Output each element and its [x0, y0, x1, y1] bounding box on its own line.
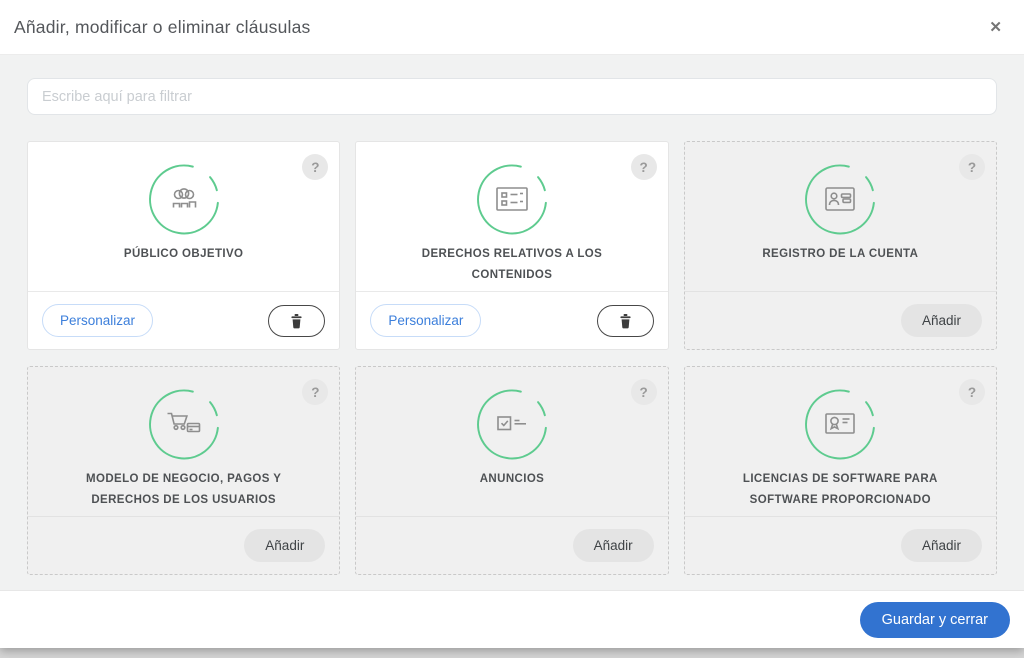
green-arc-decoration — [147, 387, 221, 461]
card-icon-area — [147, 162, 221, 236]
help-icon[interactable]: ? — [302, 154, 328, 180]
trash-icon — [289, 313, 304, 329]
card-footer: Personalizar — [28, 291, 339, 349]
anadir-button[interactable]: Añadir — [901, 304, 982, 337]
anadir-button[interactable]: Añadir — [244, 529, 325, 562]
save-and-close-button[interactable]: Guardar y cerrar — [860, 602, 1010, 638]
modal-title: Añadir, modificar o eliminar cláusulas — [14, 17, 310, 38]
clause-card-modelo-negocio: ? MODELO DE NEGOCIO, PAGOS — [27, 366, 340, 575]
clause-title: REGISTRO DE LA CUENTA — [685, 244, 996, 265]
clause-card-derechos-contenidos: ? DERECHOS RE — [355, 141, 668, 350]
clause-title: PÚBLICO OBJETIVO — [28, 244, 339, 265]
help-icon[interactable]: ? — [959, 154, 985, 180]
card-footer: Añadir — [685, 291, 996, 349]
personalizar-button[interactable]: Personalizar — [370, 304, 481, 337]
card-footer: Personalizar — [356, 291, 667, 349]
help-icon[interactable]: ? — [959, 379, 985, 405]
card-icon-area — [147, 387, 221, 461]
close-icon[interactable]: ✕ — [985, 16, 1006, 39]
modal-body: ? PÚBLICO OBJETIVO — [0, 55, 1024, 590]
clause-card-anuncios: ? ANUNCIOS Añadir — [355, 366, 668, 575]
clauses-modal: Añadir, modificar o eliminar cláusulas ✕… — [0, 0, 1024, 648]
clause-title: DERECHOS RELATIVOS A LOS CONTENIDOS — [356, 244, 667, 285]
card-footer: Añadir — [356, 516, 667, 574]
modal-header: Añadir, modificar o eliminar cláusulas ✕ — [0, 0, 1024, 55]
clause-title: MODELO DE NEGOCIO, PAGOS Y DERECHOS DE L… — [28, 469, 339, 510]
card-footer: Añadir — [28, 516, 339, 574]
clause-title: ANUNCIOS — [356, 469, 667, 490]
clause-card-registro-cuenta: ? REGISTRO DE LA CUENTA — [684, 141, 997, 350]
clause-title: LICENCIAS DE SOFTWARE PARA SOFTWARE PROP… — [685, 469, 996, 510]
green-arc-decoration — [475, 162, 549, 236]
green-arc-decoration — [803, 162, 877, 236]
delete-button[interactable] — [597, 305, 654, 337]
trash-icon — [618, 313, 633, 329]
card-icon-area — [475, 162, 549, 236]
help-icon[interactable]: ? — [631, 154, 657, 180]
anadir-button[interactable]: Añadir — [901, 529, 982, 562]
green-arc-decoration — [147, 162, 221, 236]
personalizar-button[interactable]: Personalizar — [42, 304, 153, 337]
card-icon-area — [803, 162, 877, 236]
clause-card-publico-objetivo: ? PÚBLICO OBJETIVO — [27, 141, 340, 350]
green-arc-decoration — [475, 387, 549, 461]
green-arc-decoration — [803, 387, 877, 461]
card-icon-area — [475, 387, 549, 461]
card-icon-area — [803, 387, 877, 461]
delete-button[interactable] — [268, 305, 325, 337]
clause-card-licencias-software: ? LICENCIAS DE SOFTWARE PARA SOFTWARE P — [684, 366, 997, 575]
modal-footer: Guardar y cerrar — [0, 590, 1024, 648]
clause-cards-grid: ? PÚBLICO OBJETIVO — [27, 141, 997, 575]
help-icon[interactable]: ? — [302, 379, 328, 405]
help-icon[interactable]: ? — [631, 379, 657, 405]
anadir-button[interactable]: Añadir — [573, 529, 654, 562]
card-footer: Añadir — [685, 516, 996, 574]
filter-input[interactable] — [27, 78, 997, 115]
